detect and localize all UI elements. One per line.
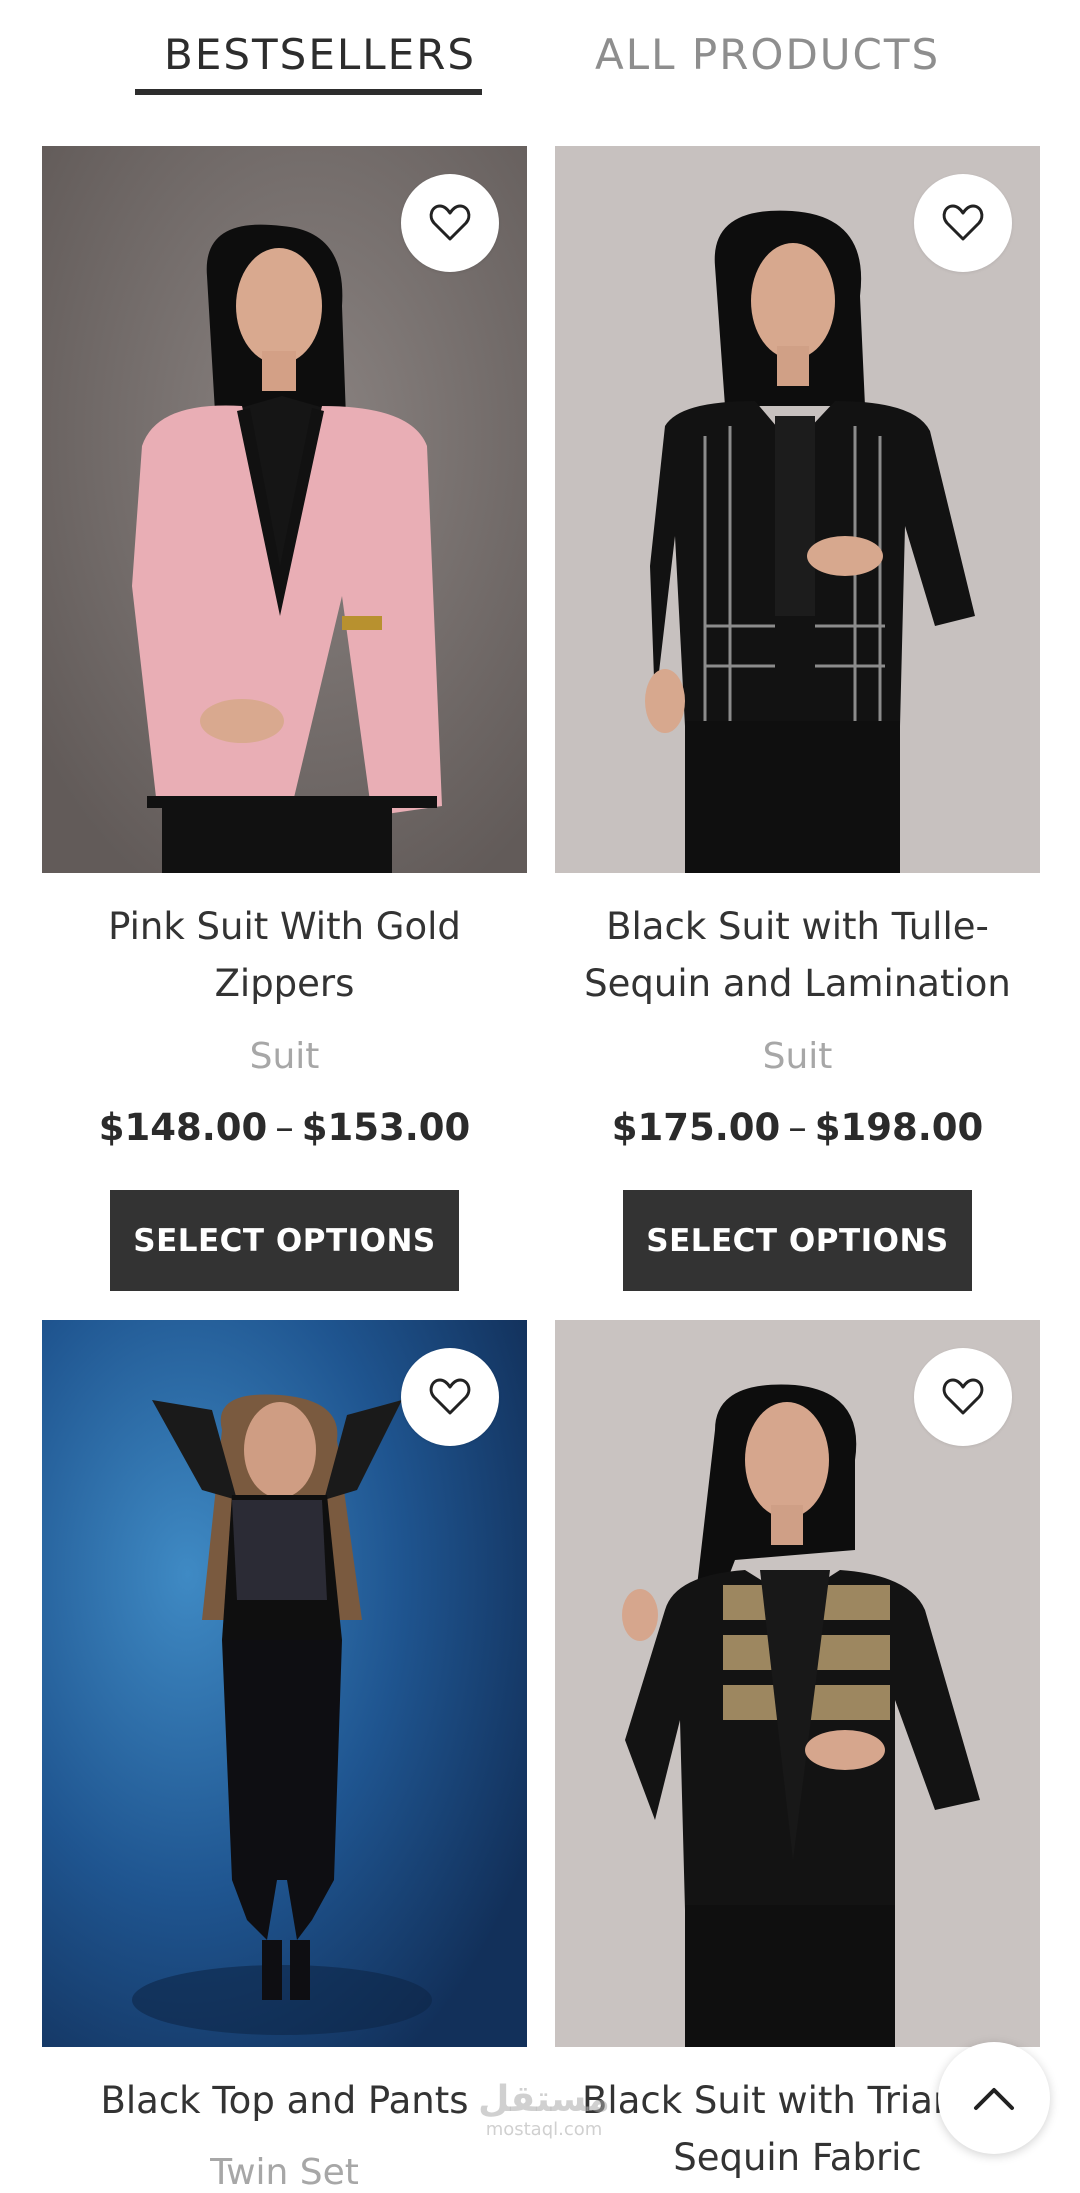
chevron-up-icon	[974, 2088, 1014, 2110]
price-separator: –	[788, 1106, 807, 1149]
product-title[interactable]: Black Suit with Tulle- Sequin and Lamina…	[555, 898, 1040, 1012]
product-image[interactable]	[555, 1320, 1040, 2047]
price-max: $153.00	[301, 1106, 471, 1149]
product-title-line: Black Suit with Tulle-	[606, 905, 989, 948]
product-card-black-tulle-suit: Black Suit with Tulle- Sequin and Lamina…	[555, 146, 1040, 1296]
product-title-line: Sequin and Lamination	[584, 962, 1011, 1005]
watermark-latin: mostaql.com	[485, 2119, 603, 2140]
product-title-line: Zippers	[214, 962, 355, 1005]
select-options-button[interactable]: SELECT OPTIONS	[623, 1190, 972, 1291]
product-price: $175.00– $198.00	[555, 1106, 1040, 1149]
watermark-logo: مستقل mostaql.com	[474, 2080, 614, 2140]
price-min: $175.00	[611, 1106, 781, 1149]
product-title[interactable]: Black Top and Pants	[42, 2072, 527, 2129]
price-min: $148.00	[98, 1106, 268, 1149]
tab-all-products[interactable]: ALL PRODUCTS	[595, 30, 940, 79]
heart-icon	[942, 204, 984, 241]
product-image[interactable]	[42, 146, 527, 873]
scroll-to-top-button[interactable]	[938, 2042, 1050, 2154]
product-title-line: Black Top and Pants	[100, 2079, 469, 2122]
watermark-arabic: مستقل	[478, 2079, 610, 2120]
product-title[interactable]: Pink Suit With Gold Zippers	[42, 898, 527, 1012]
product-category: Twin Set	[210, 2152, 359, 2193]
product-card-pink-suit: Pink Suit With Gold Zippers Suit $148.00…	[42, 146, 527, 1296]
wishlist-button[interactable]	[401, 1348, 499, 1446]
tab-bestsellers[interactable]: BESTSELLERS	[164, 30, 476, 79]
price-max: $198.00	[814, 1106, 984, 1149]
active-tab-indicator	[135, 89, 482, 95]
product-title-line: Pink Suit With Gold	[108, 905, 461, 948]
product-category: Suit	[762, 1036, 833, 1077]
wishlist-button[interactable]	[401, 174, 499, 272]
product-tabs: BESTSELLERS ALL PRODUCTS	[0, 0, 1080, 100]
product-category: Suit	[249, 1036, 320, 1077]
wishlist-button[interactable]	[914, 174, 1012, 272]
product-image[interactable]	[42, 1320, 527, 2047]
heart-icon	[429, 1378, 471, 1415]
heart-icon	[942, 1378, 984, 1415]
wishlist-button[interactable]	[914, 1348, 1012, 1446]
product-image[interactable]	[555, 146, 1040, 873]
product-card-black-top-pants: Black Top and Pants Twin Set	[42, 1320, 527, 2193]
product-price: $148.00– $153.00	[42, 1106, 527, 1149]
price-separator: –	[275, 1106, 294, 1149]
heart-icon	[429, 204, 471, 241]
select-options-button[interactable]: SELECT OPTIONS	[110, 1190, 459, 1291]
